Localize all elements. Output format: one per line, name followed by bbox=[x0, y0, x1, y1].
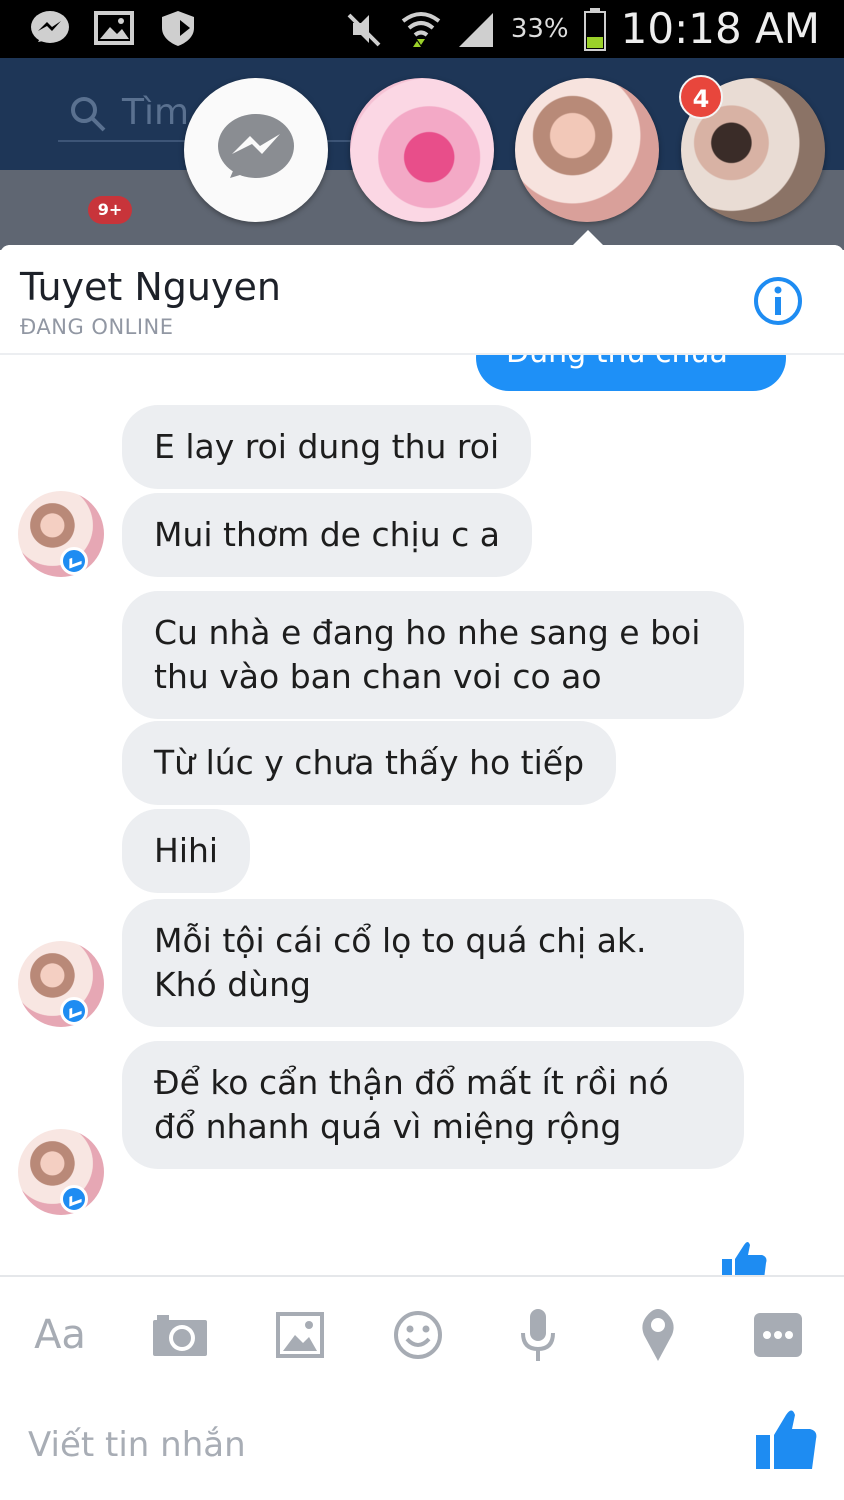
messenger-badge-icon bbox=[60, 1185, 88, 1213]
microphone-button[interactable] bbox=[506, 1303, 570, 1367]
status-bar: 33% 10:18 AM bbox=[0, 0, 844, 58]
image-icon bbox=[276, 1312, 324, 1358]
battery-percent: 33% bbox=[510, 13, 569, 44]
clock-time: 10:18 AM bbox=[620, 4, 820, 53]
like-send-button[interactable] bbox=[752, 1407, 820, 1475]
location-icon bbox=[642, 1309, 674, 1361]
emoji-icon bbox=[394, 1311, 442, 1359]
received-message-bubble[interactable]: Mui thơm de chịu c a bbox=[122, 493, 532, 577]
messenger-badge-icon bbox=[60, 997, 88, 1025]
messenger-badge-icon bbox=[60, 547, 88, 575]
like-icon bbox=[756, 1410, 817, 1469]
camera-icon bbox=[153, 1315, 207, 1356]
shield-icon bbox=[162, 11, 194, 46]
more-icon bbox=[754, 1313, 802, 1357]
text-tool-button[interactable]: Aa bbox=[28, 1303, 92, 1367]
messenger-icon bbox=[31, 11, 69, 43]
contact-name[interactable]: Tuyet Nguyen bbox=[20, 265, 281, 309]
received-message-bubble[interactable]: Để ko cẩn thận đổ mất ít rồi nó đổ nhanh… bbox=[122, 1041, 744, 1169]
sent-message-bubble[interactable]: Dùng thử chưa bbox=[476, 355, 786, 391]
active-head-pointer bbox=[572, 230, 604, 246]
tab-badge: 9+ bbox=[88, 196, 132, 224]
chat-head-contact-2[interactable] bbox=[515, 78, 659, 222]
search-placeholder: Tìm bbox=[122, 92, 190, 133]
conversation-header: Tuyet Nguyen ĐANG ONLINE bbox=[0, 245, 844, 355]
composer: Aa Viết tin nhắn bbox=[0, 1275, 844, 1500]
more-button[interactable] bbox=[746, 1303, 810, 1367]
messenger-icon bbox=[218, 114, 294, 178]
chat-head-contact-1[interactable] bbox=[350, 78, 494, 222]
location-button[interactable] bbox=[626, 1303, 690, 1367]
image-button[interactable] bbox=[268, 1303, 332, 1367]
received-message-bubble[interactable]: Mỗi tội cái cổ lọ to quá chị ak. Khó dùn… bbox=[122, 899, 744, 1027]
image-icon bbox=[94, 11, 134, 45]
info-icon[interactable] bbox=[752, 275, 804, 327]
battery-icon bbox=[583, 7, 606, 51]
like-icon bbox=[722, 1242, 767, 1275]
signal-icon bbox=[458, 12, 493, 47]
message-list[interactable]: Dùng thử chưa E lay roi dung thu roi Mui… bbox=[0, 355, 844, 1275]
status-bar-right: 33% 10:18 AM bbox=[345, 4, 820, 53]
unread-badge: 4 bbox=[679, 75, 723, 119]
search-icon bbox=[71, 97, 106, 132]
messenger-chat-head[interactable] bbox=[184, 78, 328, 222]
message-input[interactable]: Viết tin nhắn bbox=[28, 1425, 246, 1465]
status-bar-left-icons bbox=[28, 8, 200, 48]
received-message-bubble[interactable]: E lay roi dung thu roi bbox=[122, 405, 532, 489]
received-message-bubble[interactable]: Hihi bbox=[122, 809, 251, 893]
contact-status: ĐANG ONLINE bbox=[20, 315, 174, 339]
received-message-bubble[interactable]: Từ lúc y chưa thấy ho tiếp bbox=[122, 721, 617, 805]
wifi-icon bbox=[401, 11, 441, 47]
camera-button[interactable] bbox=[148, 1303, 212, 1367]
received-message-bubble[interactable]: Cu nhà e đang ho nhe sang e boi thu vào … bbox=[122, 591, 744, 719]
emoji-button[interactable] bbox=[386, 1303, 450, 1367]
microphone-icon bbox=[521, 1309, 555, 1361]
mute-icon bbox=[347, 13, 381, 46]
